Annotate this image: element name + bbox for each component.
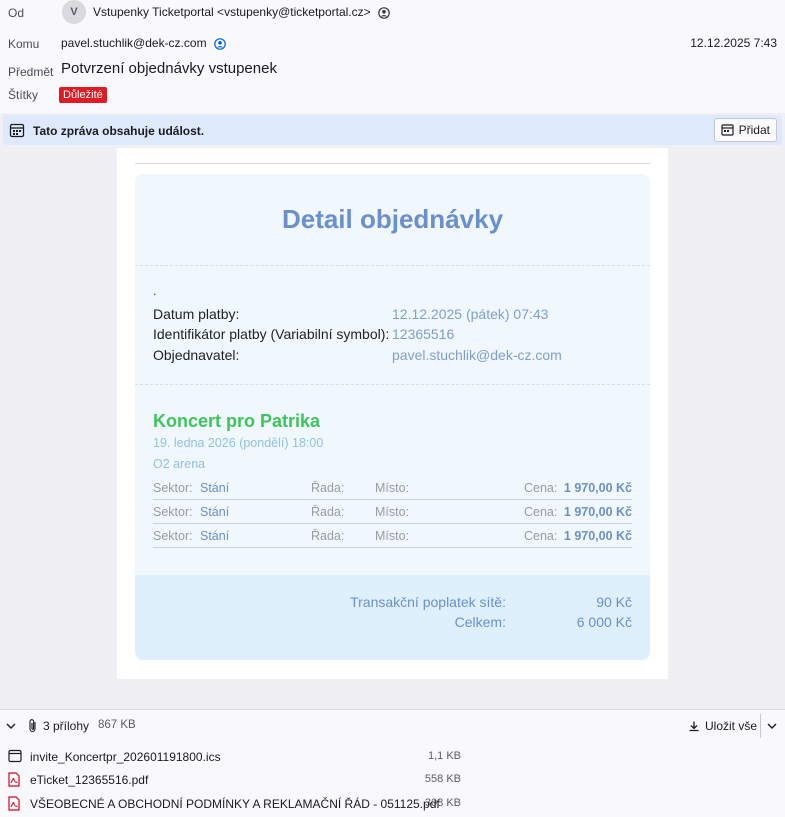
- event-venue: O2 arena: [153, 457, 206, 471]
- seat-label: Místo:: [375, 505, 410, 519]
- row-label: Řada:: [311, 481, 345, 495]
- to-address[interactable]: pavel.stuchlik@dek-cz.com: [61, 36, 207, 50]
- attachment-size: 1,1 KB: [427, 750, 461, 762]
- from-value[interactable]: Vstupenky Ticketportal <vstupenky@ticket…: [93, 5, 390, 19]
- save-all-button[interactable]: Uložit vše: [688, 716, 757, 736]
- message-subject: Potvrzení objednávky vstupenek: [61, 60, 277, 77]
- attachments-bar: 3 přílohy 867 KB Uložit vše: [0, 709, 785, 743]
- tags-label: Štítky: [8, 88, 39, 102]
- event-name: Koncert pro Patrika: [153, 411, 321, 431]
- price-label: Cena:: [524, 505, 558, 519]
- attachment-name[interactable]: VŠEOBECNÉ A OBCHODNÍ PODMÍNKY A REKLAMAČ…: [30, 797, 440, 811]
- seat-label: Místo:: [375, 529, 410, 543]
- contact-icon[interactable]: [378, 7, 390, 19]
- divider: [135, 384, 650, 385]
- message-body: Detail objednávky . Datum platby: 12.12.…: [117, 148, 668, 679]
- chevron-down-icon[interactable]: [5, 720, 17, 732]
- ticket-row: Sektor: Stání Řada: Místo: Cena: 1 970,0…: [153, 476, 632, 500]
- attachments-count[interactable]: 3 přílohy: [43, 719, 89, 733]
- sector-label: Sektor:: [153, 529, 193, 543]
- price-value: 1 970,00 Kč: [563, 481, 632, 495]
- to-value[interactable]: pavel.stuchlik@dek-cz.com: [61, 36, 226, 50]
- fee-label: Transakční poplatek sítě:: [350, 594, 506, 610]
- row-label: Řada:: [311, 529, 345, 543]
- add-event-button[interactable]: Přidat: [713, 118, 777, 142]
- price-value: 1 970,00 Kč: [563, 529, 632, 543]
- save-all-label: Uložit vše: [705, 719, 758, 733]
- order-totals: Transakční poplatek sítě: 90 Kč Celkem: …: [135, 575, 650, 660]
- download-icon: [689, 721, 699, 732]
- sector-label: Sektor:: [153, 481, 193, 495]
- attachment-name[interactable]: eTicket_12365516.pdf: [30, 773, 148, 787]
- sender-avatar[interactable]: V: [62, 0, 86, 24]
- order-title: Detail objednávky: [281, 204, 504, 234]
- customer-value[interactable]: pavel.stuchlik@dek-cz.com: [392, 347, 562, 363]
- payment-id-value: 12365516: [392, 326, 455, 342]
- contact-icon[interactable]: [214, 38, 226, 50]
- paperclip-icon: [29, 719, 36, 733]
- sector-value: Stání: [200, 505, 230, 519]
- fee-value: 90 Kč: [596, 594, 632, 610]
- attachment-item[interactable]: VŠEOBECNÉ A OBCHODNÍ PODMÍNKY A REKLAMAČ…: [8, 794, 468, 814]
- payment-date-label: Datum platby:: [153, 306, 240, 322]
- from-address[interactable]: Vstupenky Ticketportal <vstupenky@ticket…: [93, 5, 371, 19]
- seat-label: Místo:: [375, 481, 410, 495]
- attachment-size: 558 KB: [424, 773, 461, 785]
- pdf-icon: [8, 796, 20, 811]
- price-value: 1 970,00 Kč: [563, 505, 632, 519]
- event-notification-text: Tato zpráva obsahuje událost.: [33, 124, 205, 138]
- to-label: Komu: [8, 37, 40, 51]
- order-detail-card: Detail objednávky . Datum platby: 12.12.…: [135, 174, 650, 660]
- customer-label: Objednavatel:: [153, 347, 240, 363]
- message-header: Od V Vstupenky Ticketportal <vstupenky@t…: [0, 0, 785, 113]
- message-date: 12.12.2025 7:43: [690, 36, 777, 50]
- ticket-row: Sektor: Stání Řada: Místo: Cena: 1 970,0…: [153, 500, 632, 524]
- calendar-icon: [9, 123, 25, 138]
- attachments-total-size: 867 KB: [98, 719, 136, 731]
- total-label: Celkem:: [454, 614, 506, 630]
- subject-label: Předmět: [8, 65, 54, 79]
- dot-text: .: [153, 284, 157, 298]
- divider: [760, 714, 761, 738]
- payment-id-label: Identifikátor platby (Variabilní symbol)…: [153, 326, 390, 342]
- tag-important[interactable]: Důležité: [59, 87, 107, 103]
- divider: [135, 265, 650, 266]
- payment-date-value: 12.12.2025 (pátek) 07:43: [392, 306, 549, 322]
- attachment-name[interactable]: invite_Koncertpr_202601191800.ics: [30, 750, 221, 764]
- calendar-add-icon: [721, 124, 734, 136]
- event-datetime: 19. ledna 2026 (pondělí) 18:00: [153, 436, 324, 450]
- row-label: Řada:: [311, 505, 345, 519]
- sector-value: Stání: [200, 529, 230, 543]
- attachment-item[interactable]: eTicket_12365516.pdf 558 KB: [8, 770, 468, 790]
- divider: [135, 163, 650, 164]
- attachment-size: 308 KB: [424, 797, 461, 809]
- event-notification-bar: Tato zpráva obsahuje událost. Přidat: [3, 115, 782, 145]
- attachment-item[interactable]: invite_Koncertpr_202601191800.ics 1,1 KB: [8, 747, 468, 767]
- total-value: 6 000 Kč: [576, 614, 632, 630]
- sector-value: Stání: [200, 481, 230, 495]
- price-label: Cena:: [524, 529, 558, 543]
- add-event-label: Přidat: [738, 123, 770, 137]
- calendar-file-icon: [8, 749, 22, 763]
- pdf-icon: [8, 772, 20, 787]
- ticket-row: Sektor: Stání Řada: Místo: Cena: 1 970,0…: [153, 524, 632, 548]
- price-label: Cena:: [524, 481, 558, 495]
- attachments-list: invite_Koncertpr_202601191800.ics 1,1 KB…: [0, 742, 785, 817]
- from-label: Od: [8, 6, 25, 20]
- chevron-down-icon[interactable]: [766, 720, 778, 732]
- sector-label: Sektor:: [153, 505, 193, 519]
